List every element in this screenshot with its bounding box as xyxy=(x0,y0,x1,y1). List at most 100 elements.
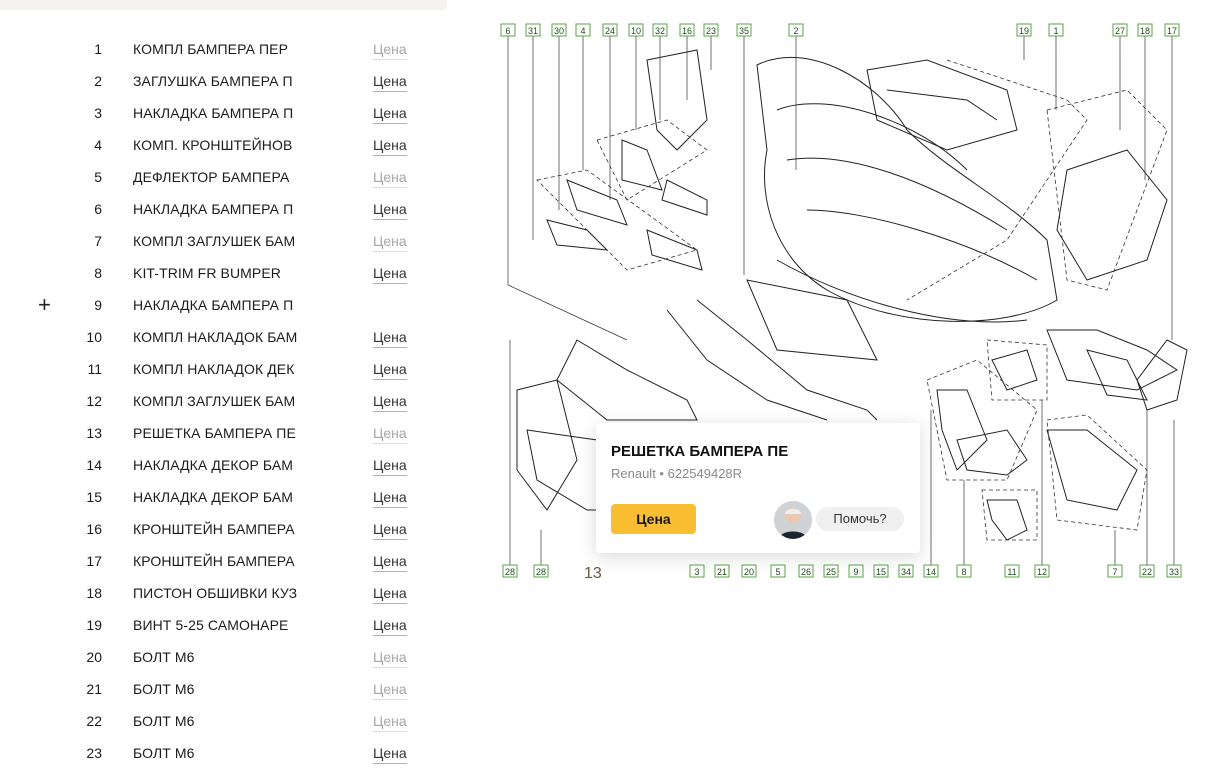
parts-list-row[interactable]: +9 НАКЛАДКА БАМПЕРА П xyxy=(0,289,447,321)
parts-list-row[interactable]: 19 ВИНТ 5-25 САМОНАРЕ Цена xyxy=(0,609,447,641)
part-name[interactable]: НАКЛАДКА БАМПЕРА П xyxy=(133,105,293,121)
part-name[interactable]: БОЛТ М6 xyxy=(133,681,195,697)
part-name[interactable]: КРОНШТЕЙН БАМПЕРА xyxy=(133,553,295,569)
price-link[interactable]: Цена xyxy=(373,233,407,252)
parts-list-row[interactable]: 15 НАКЛАДКА ДЕКОР БАМ Цена xyxy=(0,481,447,513)
part-name[interactable]: ДЕФЛЕКТОР БАМПЕРА xyxy=(133,169,289,185)
exploded-view-drawing[interactable]: 6 31 30 4 24 10 32 16 23 35 2 19 1 27 18 17 28 28 3 21 20 5 2… xyxy=(447,0,1219,769)
price-link[interactable]: Цена xyxy=(373,553,407,572)
help-button[interactable]: Помочь? xyxy=(816,507,904,531)
callout-label[interactable]: 12 xyxy=(1034,564,1050,578)
callout-label[interactable]: 31 xyxy=(525,23,541,37)
callout-label[interactable]: 21 xyxy=(714,564,730,578)
part-name[interactable]: НАКЛАДКА ДЕКОР БАМ xyxy=(133,457,293,473)
callout-label[interactable]: 24 xyxy=(602,23,618,37)
callout-label[interactable]: 5 xyxy=(770,564,786,578)
price-link[interactable]: Цена xyxy=(373,713,407,732)
price-link[interactable]: Цена xyxy=(373,585,407,604)
parts-list-row[interactable]: 8 KIT-TRIM FR BUMPER Цена xyxy=(0,257,447,289)
callout-label[interactable]: 8 xyxy=(956,564,972,578)
callout-label[interactable]: 26 xyxy=(798,564,814,578)
part-name[interactable]: КОМП. КРОНШТЕЙНОВ xyxy=(133,137,292,153)
parts-list-row[interactable]: 1 КОМПЛ БАМПЕРА ПЕР Цена xyxy=(0,33,447,65)
part-name[interactable]: KIT-TRIM FR BUMPER xyxy=(133,265,281,281)
price-link[interactable]: Цена xyxy=(373,105,407,124)
parts-list-row[interactable]: 20 БОЛТ М6 Цена xyxy=(0,641,447,673)
callout-label[interactable]: 15 xyxy=(873,564,889,578)
callout-label[interactable]: 10 xyxy=(628,23,644,37)
parts-list-row[interactable]: 3 НАКЛАДКА БАМПЕРА П Цена xyxy=(0,97,447,129)
price-link[interactable]: Цена xyxy=(373,201,407,220)
callout-label[interactable]: 32 xyxy=(652,23,668,37)
part-name[interactable]: НАКЛАДКА ДЕКОР БАМ xyxy=(133,489,293,505)
price-link[interactable]: Цена xyxy=(373,617,407,636)
callout-label[interactable]: 3 xyxy=(689,564,705,578)
part-name[interactable]: КРОНШТЕЙН БАМПЕРА xyxy=(133,521,295,537)
price-link[interactable]: Цена xyxy=(373,265,407,284)
callout-label[interactable]: 28 xyxy=(533,564,549,578)
part-name[interactable]: КОМПЛ ЗАГЛУШЕК БАМ xyxy=(133,233,295,249)
part-name[interactable]: КОМПЛ НАКЛАДОК БАМ xyxy=(133,329,297,345)
parts-diagram[interactable]: 6 31 30 4 24 10 32 16 23 35 2 19 1 27 18 17 28 28 3 21 20 5 2… xyxy=(447,0,1219,769)
part-name[interactable]: ЗАГЛУШКА БАМПЕРА П xyxy=(133,73,293,89)
support-avatar[interactable] xyxy=(772,499,814,541)
parts-list-row[interactable]: 13 РЕШЕТКА БАМПЕРА ПЕ Цена xyxy=(0,417,447,449)
callout-label[interactable]: 25 xyxy=(823,564,839,578)
part-name[interactable]: КОМПЛ БАМПЕРА ПЕР xyxy=(133,41,288,57)
price-link[interactable]: Цена xyxy=(373,649,407,668)
price-link[interactable]: Цена xyxy=(373,393,407,412)
price-link[interactable]: Цена xyxy=(373,361,407,380)
callout-label[interactable]: 7 xyxy=(1107,564,1123,578)
price-link[interactable]: Цена xyxy=(373,329,407,348)
parts-list-row[interactable]: 7 КОМПЛ ЗАГЛУШЕК БАМ Цена xyxy=(0,225,447,257)
callout-label[interactable]: 23 xyxy=(703,23,719,37)
callout-label[interactable]: 33 xyxy=(1166,564,1182,578)
parts-list-row[interactable]: 10 КОМПЛ НАКЛАДОК БАМ Цена xyxy=(0,321,447,353)
callout-label[interactable]: 11 xyxy=(1004,564,1020,578)
callout-label[interactable]: 17 xyxy=(1164,23,1180,37)
price-link[interactable]: Цена xyxy=(373,73,407,92)
price-link[interactable]: Цена xyxy=(373,521,407,540)
part-name[interactable]: ПИСТОН ОБШИВКИ КУЗ xyxy=(133,585,297,601)
callout-label[interactable]: 22 xyxy=(1139,564,1155,578)
part-name[interactable]: НАКЛАДКА БАМПЕРА П xyxy=(133,297,293,313)
price-link[interactable]: Цена xyxy=(373,169,407,188)
part-name[interactable]: КОМПЛ ЗАГЛУШЕК БАМ xyxy=(133,393,295,409)
callout-label[interactable]: 34 xyxy=(898,564,914,578)
parts-list-row[interactable]: 2 ЗАГЛУШКА БАМПЕРА П Цена xyxy=(0,65,447,97)
callout-label[interactable]: 16 xyxy=(679,23,695,37)
price-link[interactable]: Цена xyxy=(373,681,407,700)
callout-label[interactable]: 28 xyxy=(502,564,518,578)
callout-label[interactable]: 30 xyxy=(551,23,567,37)
parts-list-row[interactable]: 23 БОЛТ М6 Цена xyxy=(0,737,447,769)
price-link[interactable]: Цена xyxy=(373,41,407,60)
part-name[interactable]: БОЛТ М6 xyxy=(133,649,195,665)
price-link[interactable]: Цена xyxy=(373,425,407,444)
callout-label[interactable]: 1 xyxy=(1048,23,1064,37)
parts-list-row[interactable]: 22 БОЛТ М6 Цена xyxy=(0,705,447,737)
part-name[interactable]: ВИНТ 5-25 САМОНАРЕ xyxy=(133,617,288,633)
part-name[interactable]: БОЛТ М6 xyxy=(133,745,195,761)
parts-list-row[interactable]: 17 КРОНШТЕЙН БАМПЕРА Цена xyxy=(0,545,447,577)
parts-list-row[interactable]: 12 КОМПЛ ЗАГЛУШЕК БАМ Цена xyxy=(0,385,447,417)
callout-label[interactable]: 27 xyxy=(1112,23,1128,37)
price-link[interactable]: Цена xyxy=(373,745,407,764)
parts-list-row[interactable]: 21 БОЛТ М6 Цена xyxy=(0,673,447,705)
popup-price-button[interactable]: Цена xyxy=(611,504,696,534)
part-name[interactable]: НАКЛАДКА БАМПЕРА П xyxy=(133,201,293,217)
part-name[interactable]: КОМПЛ НАКЛАДОК ДЕК xyxy=(133,361,294,377)
parts-list-row[interactable]: 6 НАКЛАДКА БАМПЕРА П Цена xyxy=(0,193,447,225)
callout-label[interactable]: 14 xyxy=(923,564,939,578)
callout-label[interactable]: 9 xyxy=(848,564,864,578)
callout-label[interactable]: 18 xyxy=(1137,23,1153,37)
callout-label[interactable]: 20 xyxy=(741,564,757,578)
plus-icon[interactable]: + xyxy=(38,292,51,318)
price-link[interactable]: Цена xyxy=(373,457,407,476)
part-name[interactable]: РЕШЕТКА БАМПЕРА ПЕ xyxy=(133,425,296,441)
callout-label[interactable]: 4 xyxy=(575,23,591,37)
callout-label[interactable]: 35 xyxy=(736,23,752,37)
callout-label[interactable]: 19 xyxy=(1016,23,1032,37)
callout-label[interactable]: 2 xyxy=(788,23,804,37)
parts-list-row[interactable]: 16 КРОНШТЕЙН БАМПЕРА Цена xyxy=(0,513,447,545)
parts-list-row[interactable]: 5 ДЕФЛЕКТОР БАМПЕРА Цена xyxy=(0,161,447,193)
